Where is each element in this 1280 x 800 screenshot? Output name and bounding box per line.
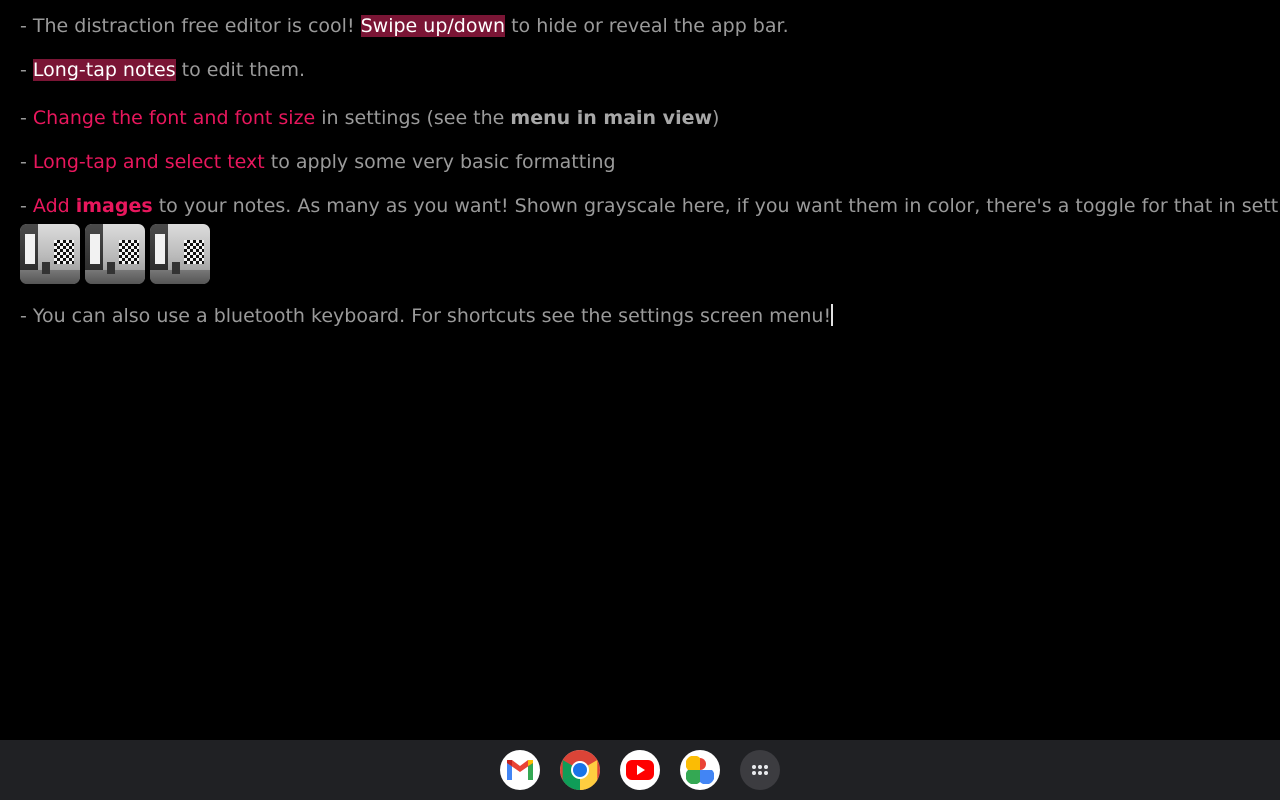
- line-text: to hide or reveal the app bar.: [505, 15, 789, 37]
- shelf-app-photos[interactable]: [680, 750, 720, 790]
- bold-text: menu in main view: [510, 107, 713, 129]
- note-line: - The distraction free editor is cool! S…: [20, 12, 1260, 40]
- image-thumbnails: [20, 224, 1260, 284]
- highlighted-text: Swipe up/down: [360, 15, 506, 37]
- note-line: - Change the font and font size in setti…: [20, 104, 1260, 132]
- note-editor[interactable]: - The distraction free editor is cool! S…: [0, 0, 1280, 740]
- shelf-app-chrome[interactable]: [560, 750, 600, 790]
- line-text: ): [712, 107, 720, 129]
- line-text: -: [20, 151, 33, 173]
- line-text: to apply some very basic formatting: [264, 151, 616, 173]
- line-text: - The distraction free editor is cool!: [20, 15, 361, 37]
- launcher-icon: [752, 765, 768, 775]
- chrome-icon: [560, 750, 600, 790]
- accent-text: Change the font and font size: [32, 107, 316, 129]
- line-text: in settings (see the: [315, 107, 511, 129]
- line-text: -: [20, 107, 33, 129]
- line-text: -: [20, 59, 33, 81]
- photos-icon: [686, 756, 714, 784]
- gmail-icon: [507, 760, 533, 780]
- shelf-app-youtube[interactable]: [620, 750, 660, 790]
- note-line: - Long-tap and select text to apply some…: [20, 148, 1260, 176]
- line-text: - You can also use a bluetooth keyboard.…: [20, 305, 832, 327]
- image-thumbnail[interactable]: [85, 224, 145, 284]
- line-text: to your notes. As many as you want! Show…: [152, 195, 1280, 217]
- text-cursor: [831, 304, 834, 326]
- shelf-launcher-button[interactable]: [740, 750, 780, 790]
- shelf-app-gmail[interactable]: [500, 750, 540, 790]
- image-thumbnail[interactable]: [150, 224, 210, 284]
- accent-text: Long-tap and select text: [32, 151, 265, 173]
- line-text: -: [20, 195, 33, 217]
- accent-text: Add: [32, 195, 76, 217]
- note-line: - Add images to your notes. As many as y…: [20, 192, 1280, 220]
- system-shelf: [0, 740, 1280, 800]
- line-text: to edit them.: [175, 59, 306, 81]
- image-thumbnail[interactable]: [20, 224, 80, 284]
- note-line: - You can also use a bluetooth keyboard.…: [20, 302, 1260, 330]
- accent-bold-text: images: [75, 195, 153, 217]
- highlighted-text: Long-tap notes: [32, 59, 176, 81]
- note-line: - Long-tap notes to edit them.: [20, 56, 1260, 84]
- youtube-icon: [626, 760, 654, 780]
